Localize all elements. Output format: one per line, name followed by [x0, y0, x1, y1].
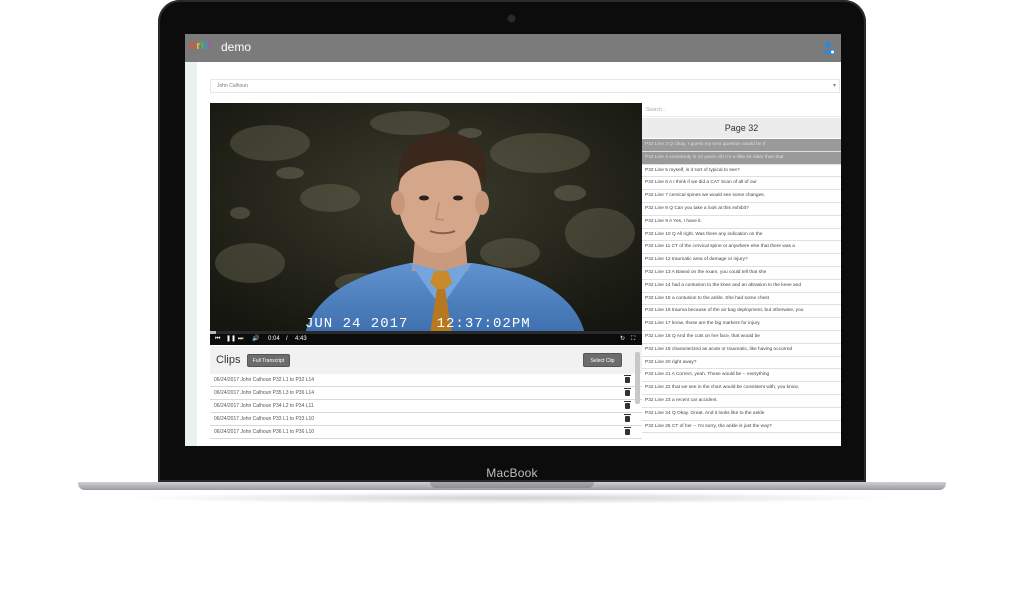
laptop-notch — [430, 482, 594, 488]
trash-icon[interactable] — [624, 375, 631, 383]
skip-forward-icon[interactable]: ⏭ — [238, 336, 243, 343]
transcript-line[interactable]: P32 Line 18 Q And the cuts on her face, … — [642, 331, 841, 344]
clip-row[interactable]: 06/24/2017 John Calhoun P35 L3 to P36 L1… — [210, 387, 642, 400]
laptop-shadow — [120, 492, 904, 504]
video-player[interactable]: JUN 24 2017 12:37:02PM — [210, 103, 642, 334]
clip-label: 06/24/2017 John Calhoun P34 L2 to P34 L1… — [214, 403, 314, 409]
transcript-line[interactable]: P32 Line 8 Q Can you take a look at this… — [642, 203, 841, 216]
transcript-line[interactable]: P32 Line 5 myself, is it sort of typical… — [642, 165, 841, 178]
transcript-line[interactable]: P32 Line 21 A Correct, yeah. These would… — [642, 369, 841, 383]
trash-icon[interactable] — [624, 401, 631, 409]
device-brand-label: MacBook — [486, 466, 538, 480]
app-title: demo — [221, 40, 252, 54]
transcript-line[interactable]: P32 Line 7 cervical spines we would see … — [642, 190, 841, 203]
video-timestamp-overlay: JUN 24 2017 12:37:02PM — [305, 316, 531, 332]
transcript-line[interactable]: P32 Line 15 a contusion to the ankle. Sh… — [642, 293, 841, 306]
trash-icon[interactable] — [624, 427, 631, 435]
clip-row[interactable]: 06/24/2017 John Calhoun P36 L1 to P36 L1… — [210, 426, 642, 439]
clip-row[interactable]: 06/24/2017 John Calhoun P32 L1 to P32 L1… — [210, 374, 642, 387]
clips-header: Clips Full Transcript Select Clip — [210, 346, 642, 374]
replay-icon[interactable]: ↻ — [620, 336, 625, 343]
transcript-line[interactable]: P32 Line 11 CT of the cervical spine or … — [642, 241, 841, 255]
video-controls: ⏮ ❚❚ ⏭ 🔊 0:04 / 4:43 ↻ ⛶ — [210, 334, 642, 345]
transcript-page-title: Page 32 — [642, 118, 841, 138]
screen: driil demo John Calhoun ▾ JUN 24 2017 12… — [185, 34, 841, 446]
time-separator: / — [286, 336, 288, 342]
transcript-line[interactable]: P32 Line 22 that we see in the chart wou… — [642, 382, 841, 395]
video-frame — [210, 103, 642, 334]
clip-label: 06/24/2017 John Calhoun P33 L1 to P33 L1… — [214, 416, 315, 422]
transcript-line[interactable]: P32 Line 17 know, those are the big mark… — [642, 318, 841, 331]
current-time: 0:04 — [268, 336, 280, 342]
deponent-select-value: John Calhoun — [217, 83, 248, 89]
app-logo-text: driil — [189, 40, 212, 52]
transcript-line[interactable]: P32 Line 23 a recent car accident. — [642, 395, 841, 408]
full-transcript-button[interactable]: Full Transcript — [247, 354, 290, 367]
app-logo[interactable]: driil — [189, 40, 212, 52]
chevron-down-icon: ▾ — [832, 83, 836, 89]
app-bar: driil demo — [185, 34, 841, 62]
clip-row[interactable]: 06/24/2017 John Calhoun P33 L1 to P33 L1… — [210, 413, 642, 426]
deponent-select[interactable]: John Calhoun ▾ — [210, 79, 840, 93]
transcript-line[interactable]: P32 Line 19 characterized as acute or tr… — [642, 344, 841, 357]
transcript-lines: P32 Line 3 Q Okay. I guess my next quest… — [642, 139, 841, 446]
transcript-line[interactable]: P32 Line 14 had a contusion to the knee … — [642, 280, 841, 293]
clips-title: Clips — [216, 354, 241, 366]
transcript-line[interactable]: P32 Line 6 A I think if we did a CAT Sca… — [642, 177, 841, 191]
duration: 4:43 — [295, 336, 307, 342]
volume-icon[interactable]: 🔊 — [252, 336, 259, 343]
transcript-line[interactable]: P32 Line 16 trauma because of the air ba… — [642, 305, 841, 319]
transcript-search-input[interactable]: Search... — [642, 103, 841, 117]
transcript-line[interactable]: P32 Line 9 A Yes, I have it. — [642, 216, 841, 229]
trash-icon[interactable] — [624, 414, 631, 422]
webcam — [508, 15, 515, 22]
transcript-line[interactable]: P32 Line 3 Q Okay. I guess my next quest… — [642, 139, 841, 152]
transcript-line[interactable]: P32 Line 24 Q Okay. Great. And it looks … — [642, 408, 841, 421]
pause-icon[interactable]: ❚❚ — [226, 336, 236, 343]
clip-list: 06/24/2017 John Calhoun P32 L1 to P32 L1… — [210, 374, 642, 446]
transcript-line[interactable]: P32 Line 13 A Based on the exam, you cou… — [642, 267, 841, 280]
transcript-line[interactable]: P32 Line 25 CT of her -- I'm sorry, the … — [642, 421, 841, 434]
trash-icon[interactable] — [624, 388, 631, 396]
clip-label: 06/24/2017 John Calhoun P32 L1 to P32 L1… — [214, 377, 315, 383]
clip-label: 06/24/2017 John Calhoun P35 L3 to P36 L1… — [214, 390, 315, 396]
transcript-line[interactable]: P32 Line 10 Q All right. Was there any i… — [642, 229, 841, 242]
skip-back-icon[interactable]: ⏮ — [215, 336, 220, 343]
clip-label: 06/24/2017 John Calhoun P36 L1 to P36 L1… — [214, 429, 315, 435]
user-settings-icon[interactable] — [823, 41, 835, 55]
transcript-line[interactable]: P32 Line 20 right away? — [642, 357, 841, 370]
clip-list-scrollbar[interactable] — [635, 352, 640, 404]
transcript-line[interactable]: P32 Line 12 traumatic area of damage or … — [642, 254, 841, 267]
transcript-line[interactable]: P32 Line 4 somebody is 42 years old I'm … — [642, 151, 841, 165]
left-sidebar-strip — [185, 62, 197, 446]
clip-row[interactable]: 06/24/2017 John Calhoun P34 L2 to P34 L1… — [210, 400, 642, 413]
fullscreen-icon[interactable]: ⛶ — [631, 336, 635, 343]
select-clip-button[interactable]: Select Clip — [583, 353, 622, 367]
